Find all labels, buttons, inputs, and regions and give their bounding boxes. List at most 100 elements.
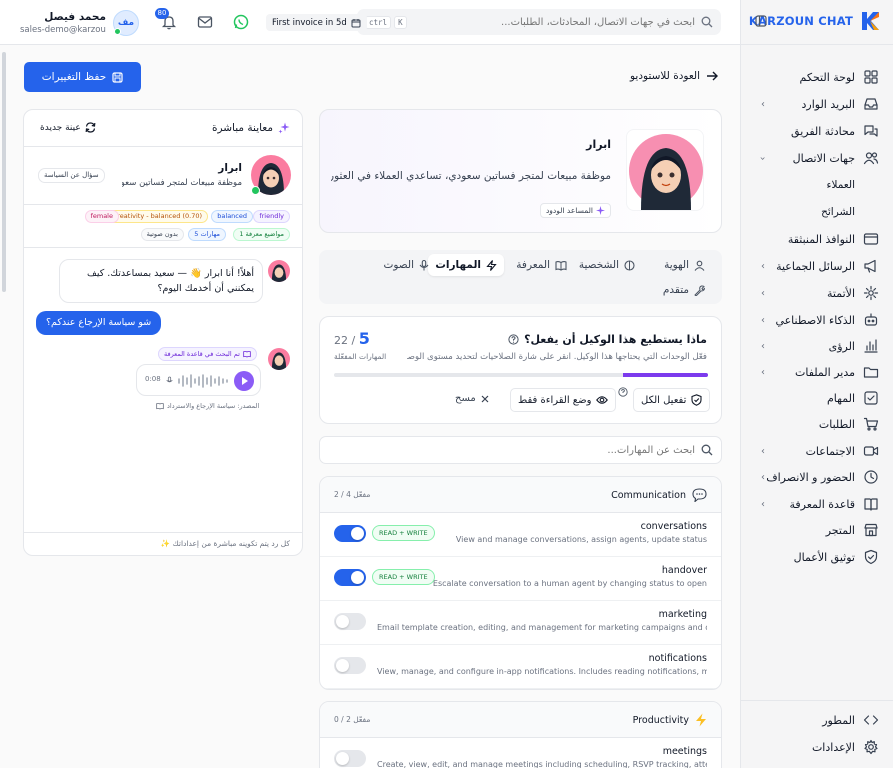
sidebar-subitem-customers[interactable]: العملاء — [827, 175, 855, 195]
book-icon — [156, 403, 164, 410]
tab-advanced[interactable]: متقدم — [656, 279, 712, 301]
help-circle-icon[interactable] — [508, 334, 519, 345]
group-title-text: Productivity — [632, 714, 689, 726]
global-search[interactable]: ctrl K — [357, 9, 721, 35]
policy-question-chip[interactable]: سؤال عن السياسة — [38, 168, 105, 183]
enabled-skills-counter: 22 / 5 — [334, 329, 370, 348]
tab-skills[interactable]: المهارات — [428, 254, 504, 276]
sidebar-item-label: قاعدة المعرفة — [789, 497, 855, 511]
invoice-pill[interactable]: First invoice in 5d — [266, 14, 367, 31]
preview-title-text: معاينة مباشرة — [211, 122, 273, 134]
online-status-dot — [251, 186, 260, 195]
skill-name: notifications — [648, 653, 707, 664]
sidebar-item-store[interactable]: المتجر — [755, 519, 879, 541]
skill-name: handover — [661, 565, 707, 576]
skill-description: View, manage, and configure in-app notif… — [377, 667, 707, 676]
permission-badge[interactable]: READ + WRITE — [372, 525, 435, 541]
skill-search-input[interactable] — [328, 444, 695, 456]
clear-label: مسح — [455, 393, 476, 404]
sidebar-item-video[interactable]: ‹ الاجتماعات — [755, 440, 879, 462]
sidebar-item-settings[interactable]: الإعدادات — [755, 736, 879, 758]
sidebar-item-code[interactable]: المطور — [755, 709, 879, 731]
sidebar-item-label: الذكاء الاصطناعي — [775, 313, 855, 327]
sidebar-item-label: مدير الملفات — [795, 365, 855, 379]
agent-tabs: الهوية الشخصية المعرفة المهارات الصوت مت… — [319, 250, 722, 304]
sidebar-item-folder[interactable]: ‹ مدير الملفات — [755, 361, 879, 383]
sidebar-item-automation[interactable]: ‹ الأتمتة — [755, 282, 879, 304]
sidebar-item-label: المهام — [827, 391, 855, 405]
sidebar-item-clock[interactable]: ‹ الحضور و الانصراف — [755, 466, 879, 488]
sidebar-item-label: البريد الوارد — [801, 97, 856, 111]
global-search-input[interactable] — [412, 16, 695, 28]
sidebar-item-verify[interactable]: توثيق الأعمال — [755, 546, 879, 568]
help-circle-icon[interactable] — [618, 387, 628, 397]
group-header[interactable]: Communication 2 / 4 مفعّل — [320, 477, 721, 513]
tab-voice[interactable]: الصوت — [376, 254, 436, 276]
preview-agent-description: موظفة مبيعات لمتجر فساتين سعود... — [122, 178, 242, 188]
user-name: محمد فيصل — [44, 11, 106, 23]
skill-toggle[interactable] — [334, 569, 366, 586]
sidebar-item-team-chat[interactable]: محادثة الفريق — [755, 120, 879, 142]
skill-description: Create, view, edit, and manage meetings … — [377, 760, 707, 768]
sidebar-item-label: لوحة التحكم — [799, 70, 855, 84]
sidebar-item-book[interactable]: ‹ قاعدة المعرفة — [755, 493, 879, 515]
sidebar-item-megaphone[interactable]: ‹ الرسائل الجماعية — [755, 255, 879, 277]
tab-identity[interactable]: الهوية — [657, 254, 712, 276]
scrollbar[interactable] — [2, 52, 6, 292]
task-icon — [864, 391, 878, 405]
chevron-left-icon: ‹ — [761, 498, 765, 510]
sidebar-item-cart[interactable]: الطلبات — [755, 413, 879, 435]
group-title: Productivity — [633, 713, 707, 727]
clear-button[interactable]: مسح — [455, 393, 489, 404]
sparkle-icon — [596, 206, 605, 215]
sidebar: KARZOUN CHAT لوحة التحكم ‹ البريد الوارد مح… — [740, 0, 893, 768]
skill-row-notifications: notifications View, manage, and configure… — [320, 645, 721, 689]
sidebar-item-robot[interactable]: ‹ الذكاء الاصطناعي — [755, 309, 879, 331]
agent-persona-tag: المساعد الودود — [539, 203, 611, 218]
sidebar-item-inbox[interactable]: ‹ البريد الوارد — [755, 93, 879, 115]
sidebar-item-popup-window[interactable]: النوافذ المنبثقة — [755, 228, 879, 250]
enable-all-button[interactable]: تفعيل الكل — [633, 388, 711, 412]
tab-knowledge[interactable]: المعرفة — [509, 254, 574, 276]
capabilities-description: فعّل الوحدات التي يحتاجها هذا الوكيل. ان… — [407, 352, 707, 362]
skill-toggle[interactable] — [334, 750, 366, 767]
whatsapp-icon[interactable] — [233, 14, 249, 30]
back-to-studio-link[interactable]: العودة للاستوديو — [622, 70, 718, 82]
user-icon — [694, 260, 705, 271]
read-only-label: وضع القراءة فقط — [518, 394, 592, 406]
skill-toggle[interactable] — [334, 525, 366, 542]
toggle-knob — [351, 527, 364, 540]
save-changes-button[interactable]: حفظ التغييرات — [24, 62, 141, 92]
skill-toggle[interactable] — [334, 657, 366, 674]
preview-title: معاينة مباشرة — [212, 122, 290, 134]
clock-icon — [864, 470, 878, 484]
sidebar-item-label: الإعدادات — [811, 740, 855, 754]
sidebar-item-task[interactable]: المهام — [755, 387, 879, 409]
new-sample-button[interactable]: عينة جديدة — [40, 122, 96, 133]
chat-agent-avatar — [268, 260, 290, 282]
play-icon — [242, 377, 248, 385]
tab-label: المعرفة — [516, 259, 550, 271]
play-button[interactable] — [234, 371, 254, 391]
skill-toggle[interactable] — [334, 613, 366, 630]
sidebar-collapse-icon[interactable] — [755, 15, 767, 27]
megaphone-icon — [864, 259, 876, 273]
source-citation: المصدر: سياسة الإرجاع والاسترداد — [156, 402, 264, 410]
read-only-mode-button[interactable]: وضع القراءة فقط — [510, 388, 617, 412]
brand[interactable]: KARZOUN CHAT — [749, 10, 881, 32]
skill-search[interactable] — [319, 436, 722, 464]
trait-chip: friendly — [253, 210, 290, 223]
toggle-knob — [351, 571, 364, 584]
group-header[interactable]: Productivity 0 / 2 مفعّل — [320, 702, 721, 738]
sidebar-item-chart[interactable]: ‹ الرؤى — [755, 335, 879, 357]
live-preview-panel: معاينة مباشرة عينة جديدة ابرار موظفة مبي… — [23, 109, 303, 556]
sidebar-item-dashboard[interactable]: لوحة التحكم — [755, 66, 879, 88]
permission-badge[interactable]: READ + WRITE — [372, 569, 435, 585]
notification-count-badge: 80 — [155, 8, 169, 19]
user-message: شو سياسة الإرجاع عندكم؟ — [36, 311, 162, 335]
back-label: العودة للاستوديو — [630, 70, 700, 82]
sidebar-subitem-segments[interactable]: الشرائح — [821, 202, 855, 222]
tab-personality[interactable]: الشخصية — [572, 254, 642, 276]
sidebar-item-contacts[interactable]: ‹ جهات الاتصال — [755, 147, 879, 169]
mail-icon[interactable] — [197, 14, 213, 30]
